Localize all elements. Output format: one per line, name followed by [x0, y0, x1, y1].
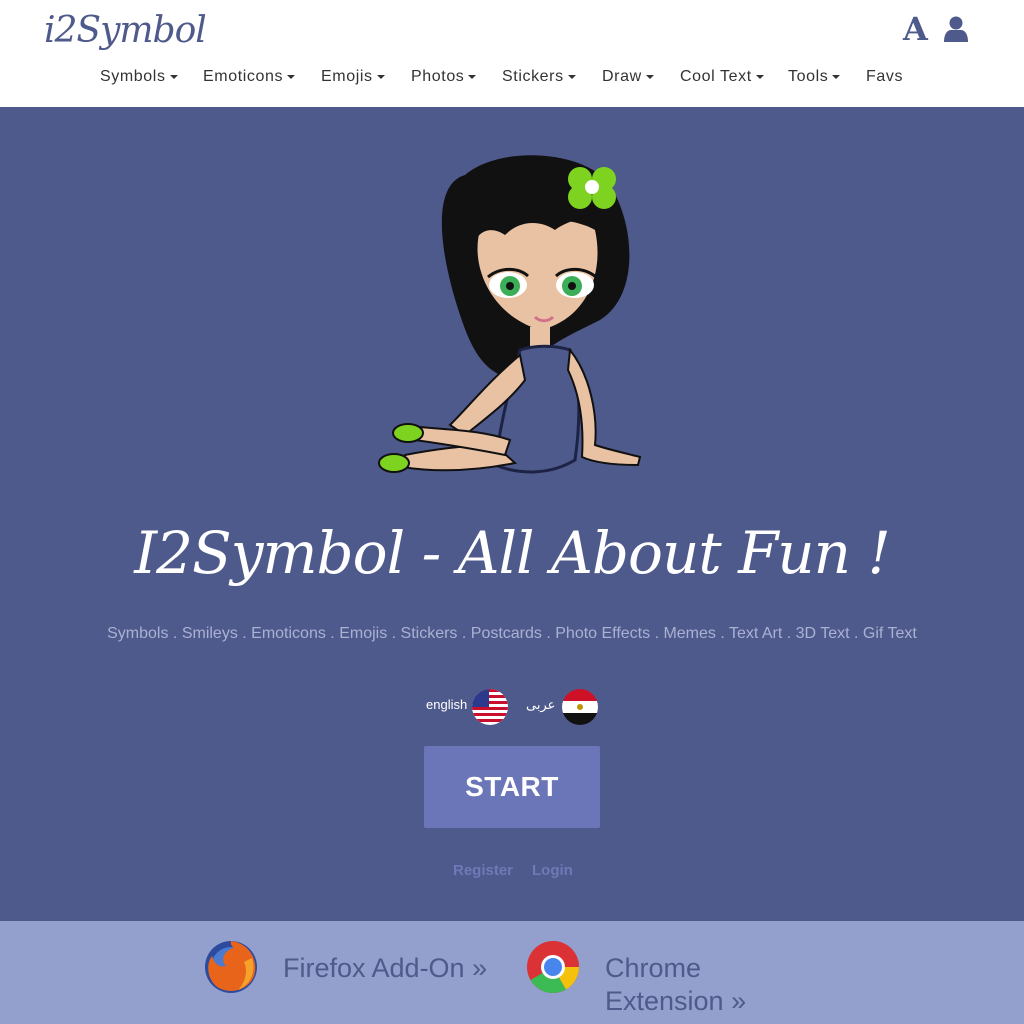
user-icon[interactable]	[944, 16, 968, 42]
language-label: عربى	[526, 697, 556, 712]
chrome-label-line1: Chrome	[605, 953, 702, 983]
hero-section: I2Symbol - All About Fun ! Symbols . Smi…	[0, 107, 1024, 921]
language-label: english	[426, 697, 468, 712]
caret-down-icon	[468, 74, 477, 79]
caret-down-icon	[645, 74, 654, 79]
nav-item-emoticons[interactable]: Emoticons	[203, 68, 296, 86]
hero-subline: Symbols . Smileys . Emoticons . Emojis .…	[107, 625, 917, 642]
egypt-flag-icon	[562, 689, 598, 725]
language-english[interactable]: english	[426, 689, 508, 725]
caret-down-icon	[567, 74, 576, 79]
main-nav: Symbols Emoticons Emojis Photos Stickers…	[0, 68, 1024, 92]
mascot-girl-illustration	[378, 155, 642, 474]
firefox-icon[interactable]	[204, 940, 258, 994]
font-size-icon[interactable]: A	[903, 12, 928, 46]
caret-down-icon	[376, 74, 385, 79]
hero-title: I2Symbol - All About Fun !	[134, 519, 891, 587]
nav-item-emojis[interactable]: Emojis	[321, 68, 385, 86]
nav-item-stickers[interactable]: Stickers	[502, 68, 576, 86]
browser-addons-strip: Firefox Add-On » Chrome Extension »	[0, 921, 1024, 1024]
login-link[interactable]: Login	[532, 862, 573, 879]
site-header: i2Symbol A Symbols Emoticons Emojis Phot…	[0, 0, 1024, 107]
caret-down-icon	[832, 74, 841, 79]
chrome-label-line2: Extension »	[605, 986, 747, 1016]
nav-item-favs[interactable]: Favs	[866, 68, 903, 86]
nav-item-tools[interactable]: Tools	[788, 68, 841, 86]
nav-item-photos[interactable]: Photos	[411, 68, 477, 86]
start-button[interactable]: START	[424, 746, 600, 828]
caret-down-icon	[169, 74, 178, 79]
caret-down-icon	[287, 74, 296, 79]
site-logo[interactable]: i2Symbol	[44, 10, 207, 51]
nav-item-cool-text[interactable]: Cool Text	[680, 68, 764, 86]
nav-item-symbols[interactable]: Symbols	[100, 68, 178, 86]
register-link[interactable]: Register	[453, 862, 513, 879]
us-flag-icon	[472, 689, 508, 725]
firefox-addon-link[interactable]: Firefox Add-On »	[283, 952, 487, 985]
nav-item-draw[interactable]: Draw	[602, 68, 654, 86]
chrome-icon[interactable]	[526, 940, 580, 994]
caret-down-icon	[755, 74, 764, 79]
language-arabic[interactable]: عربى	[526, 689, 598, 725]
chrome-extension-link[interactable]: Chrome Extension »	[605, 952, 746, 1018]
